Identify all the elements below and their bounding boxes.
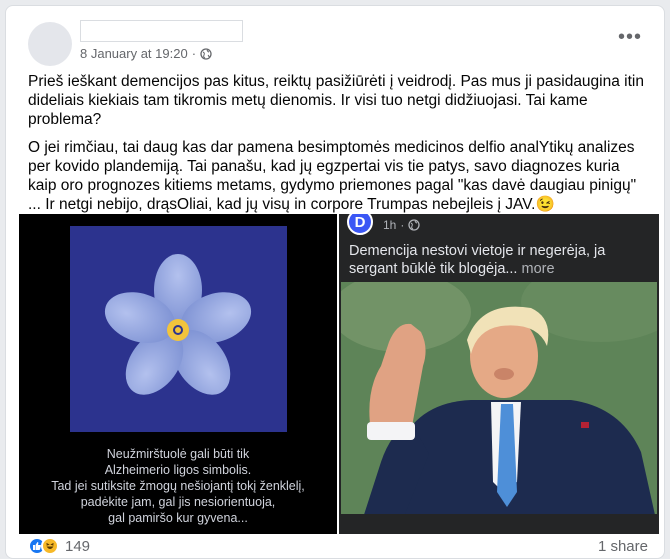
post-media: Neužmirštuolė gali būti tik Alzheimerio …: [19, 214, 659, 534]
trump-photo: [341, 282, 657, 524]
image-caption: Neužmirštuolė gali būti tik Alzheimerio …: [51, 447, 305, 525]
shared-post-header: D 1h ·: [347, 214, 421, 236]
shared-post-text: Demencija nestovi vietoje ir negerėja, j…: [349, 243, 606, 277]
more-options-icon[interactable]: •••: [618, 27, 642, 47]
reaction-count: 149: [65, 537, 91, 555]
shared-post-time: 1h: [383, 218, 397, 232]
shared-post-screenshot[interactable]: D 1h · Demencija nestovi vietoje ir nege…: [339, 214, 659, 534]
post-body: Prieš ieškant demencijos pas kitus, reik…: [28, 72, 648, 223]
share-count[interactable]: 1 share: [598, 538, 648, 555]
haha-reaction-icon: [41, 537, 59, 555]
globe-icon: [200, 47, 212, 60]
post-footer: 149 1 share: [28, 534, 648, 558]
post-meta: 8 January at 19:20 ·: [80, 46, 212, 61]
flower-panel: [70, 226, 287, 432]
author-name-redacted[interactable]: [80, 20, 243, 42]
post-timestamp[interactable]: 8 January at 19:20: [80, 46, 188, 61]
author-avatar[interactable]: [28, 22, 72, 66]
forget-me-not-flower-icon: [104, 254, 252, 395]
person-photo-illustration: [341, 282, 657, 524]
reactions-summary[interactable]: 149: [28, 537, 90, 555]
post-paragraph-1: Prieš ieškant demencijos pas kitus, reik…: [28, 73, 644, 128]
globe-icon: [408, 219, 421, 231]
see-more-link[interactable]: more: [522, 261, 555, 277]
post-card: 8 January at 19:20 · ••• Prieš ieškant d…: [5, 5, 665, 559]
post-paragraph-2: O jei rimčiau, tai daug kas dar pamena b…: [28, 139, 637, 213]
forget-me-not-image[interactable]: Neužmirštuolė gali būti tik Alzheimerio …: [19, 214, 337, 534]
shared-page-avatar: D: [347, 214, 373, 235]
